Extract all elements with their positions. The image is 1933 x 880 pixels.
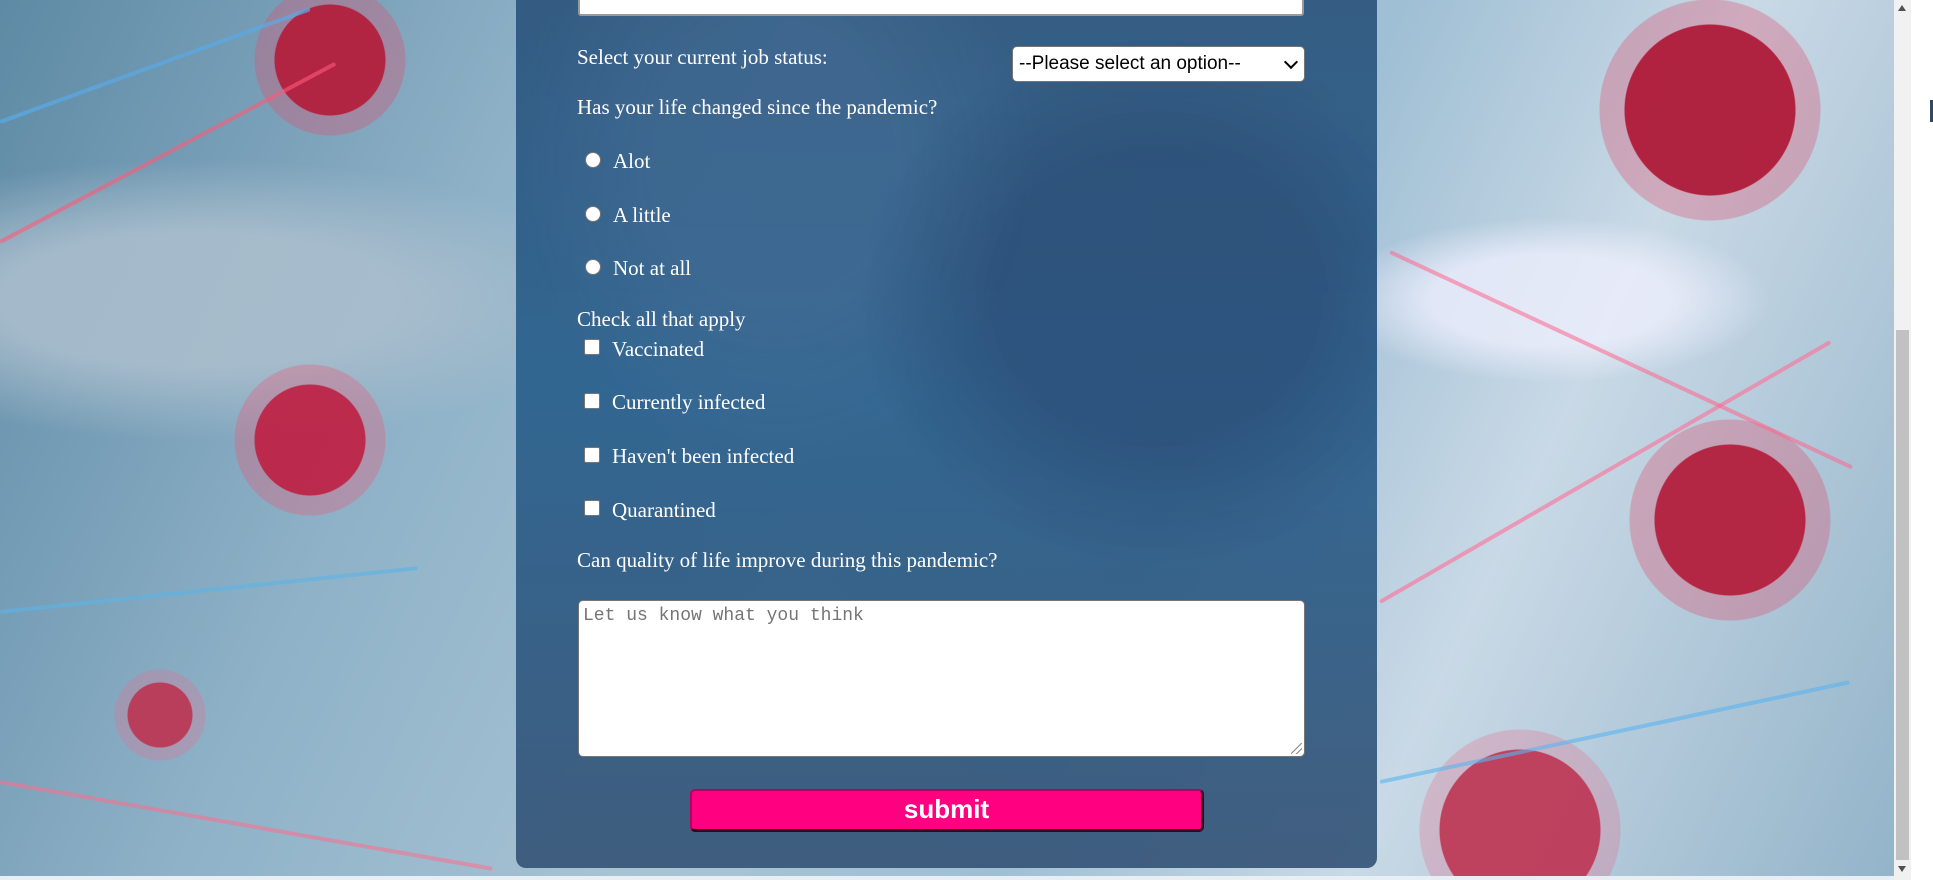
chevron-down-icon [1283,54,1299,70]
radio-label-a-little[interactable]: A little [613,203,671,228]
checkbox-label-havent-been-infected[interactable]: Haven't been infected [612,444,794,469]
submit-button[interactable]: submit [690,789,1204,832]
previous-text-input[interactable] [578,0,1304,16]
checkbox-label-currently-infected[interactable]: Currently infected [612,390,765,415]
check-all-heading: Check all that apply [577,307,746,331]
vertical-scrollbar[interactable] [1894,0,1911,880]
background-streak [0,7,311,124]
life-changed-question: Has your life changed since the pandemic… [577,95,938,119]
radio-a-little[interactable] [585,206,601,222]
scroll-up-arrow-icon[interactable] [1898,5,1906,11]
checkbox-currently-infected[interactable] [584,393,600,409]
comment-textarea[interactable]: Let us know what you think [578,600,1305,757]
comment-placeholder: Let us know what you think [583,606,864,626]
background-streak [1379,340,1832,604]
background-streak [0,61,337,244]
job-status-label: Select your current job status: [577,45,828,69]
checkbox-quarantined[interactable] [584,500,600,516]
checkbox-label-quarantined[interactable]: Quarantined [612,498,716,523]
background-streak [0,780,493,871]
quality-of-life-question: Can quality of life improve during this … [577,548,998,572]
resize-grip-icon[interactable] [1291,743,1302,754]
background-streak [1379,680,1850,784]
page-bottom-edge [0,876,1894,880]
radio-label-alot[interactable]: Alot [613,149,650,174]
scroll-down-arrow-icon[interactable] [1898,866,1906,872]
page-background: Select your current job status: --Please… [0,0,1933,880]
job-status-select[interactable]: --Please select an option-- [1012,46,1305,82]
radio-label-not-at-all[interactable]: Not at all [613,256,691,281]
radio-not-at-all[interactable] [585,259,601,275]
background-streak [0,566,418,614]
radio-alot[interactable] [585,152,601,168]
job-status-selected-value: --Please select an option-- [1019,53,1241,74]
checkbox-label-vaccinated[interactable]: Vaccinated [612,337,704,362]
checkbox-havent-been-infected[interactable] [584,447,600,463]
background-streak [1389,250,1854,470]
window-edge [1911,0,1933,880]
scrollbar-thumb[interactable] [1896,330,1909,860]
checkbox-vaccinated[interactable] [584,339,600,355]
